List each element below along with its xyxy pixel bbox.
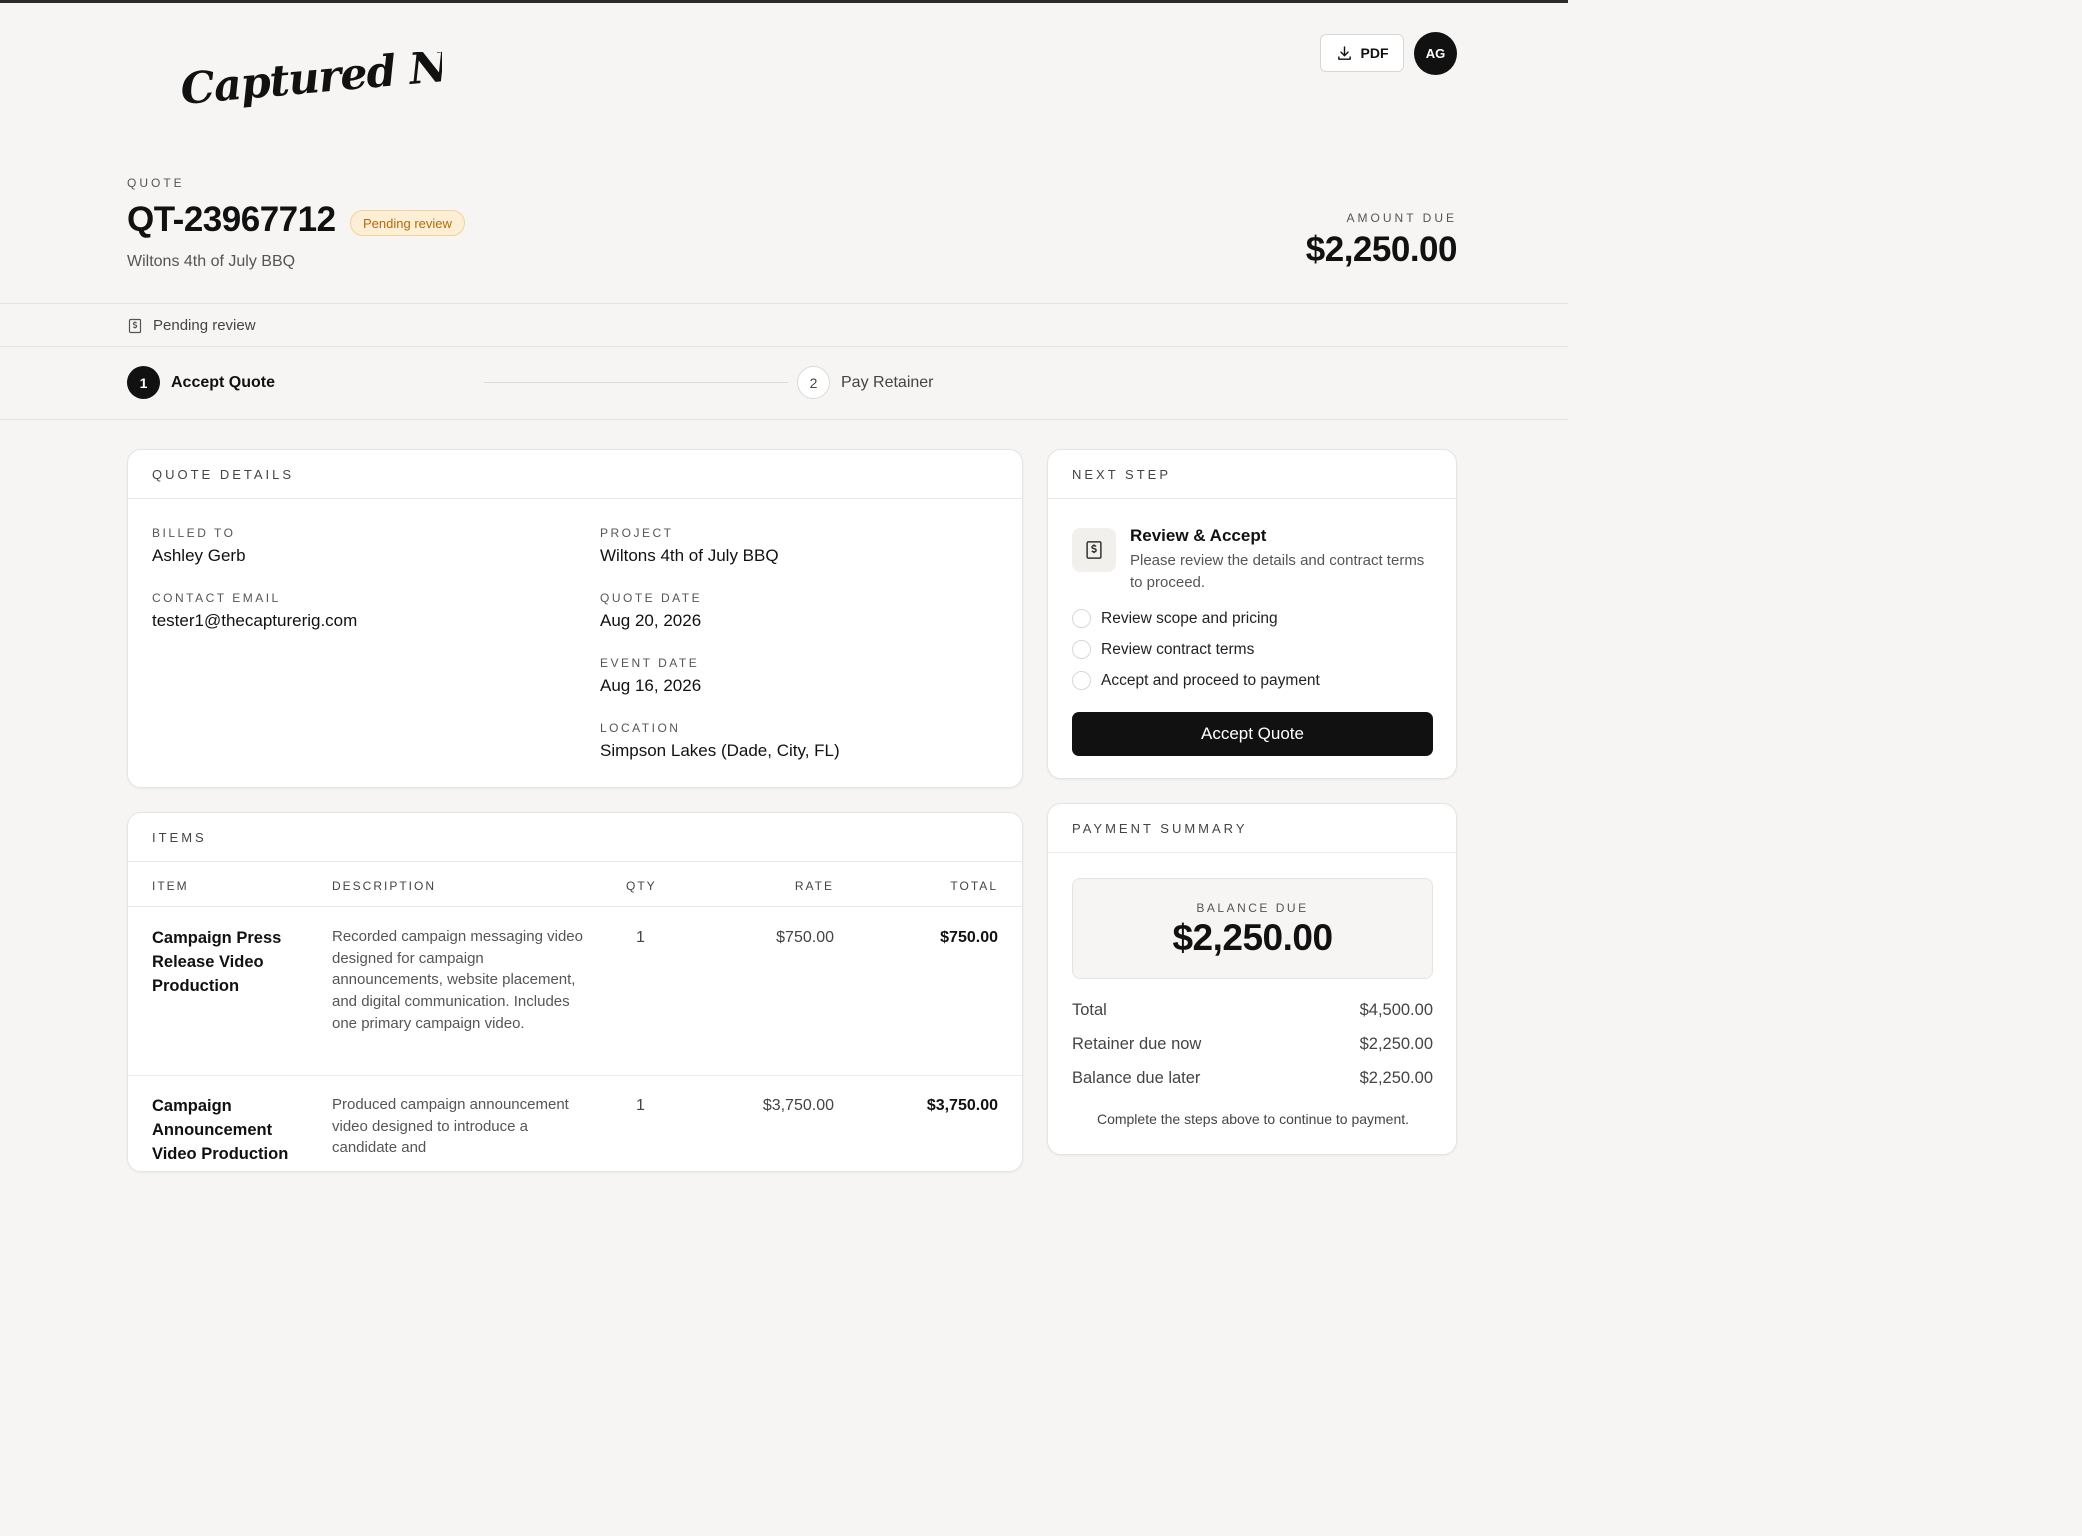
status-badge: Pending review bbox=[350, 210, 465, 236]
summary-row-total: Total $4,500.00 bbox=[1072, 1001, 1433, 1020]
summary-row-retainer: Retainer due now $2,250.00 bbox=[1072, 1035, 1433, 1054]
checklist-item[interactable]: Accept and proceed to payment bbox=[1072, 671, 1320, 690]
payment-summary-card: PAYMENT SUMMARY BALANCE DUE $2,250.00 To… bbox=[1047, 803, 1457, 1155]
download-pdf-button[interactable]: PDF bbox=[1320, 34, 1404, 72]
project-label: PROJECT bbox=[600, 526, 674, 540]
document-type-label: QUOTE bbox=[127, 176, 185, 190]
billed-to-label: BILLED TO bbox=[152, 526, 236, 540]
project-subtitle: Wiltons 4th of July BBQ bbox=[127, 253, 296, 270]
location-label: LOCATION bbox=[600, 721, 681, 735]
user-avatar[interactable]: AG bbox=[1414, 32, 1457, 75]
column-header-description: DESCRIPTION bbox=[332, 879, 437, 893]
summary-value: $2,250.00 bbox=[1359, 1069, 1433, 1087]
project-value: Wiltons 4th of July BBQ bbox=[600, 546, 779, 565]
status-strip-text: Pending review bbox=[153, 317, 256, 334]
balance-due-label: BALANCE DUE bbox=[1196, 901, 1309, 915]
contact-email-value[interactable]: tester1@thecapturerig.com bbox=[152, 611, 357, 631]
row-item-description: Produced campaign announcement video des… bbox=[332, 1096, 569, 1157]
table-row-divider bbox=[128, 1075, 1022, 1076]
contact-email-field: CONTACT EMAIL tester1@thecapturerig.com bbox=[152, 591, 357, 631]
checklist-item-label: Accept and proceed to payment bbox=[1101, 671, 1320, 689]
receipt-dollar-icon bbox=[1072, 528, 1116, 572]
location-value: Simpson Lakes (Dade, City, FL) bbox=[600, 741, 840, 760]
quote-date-label: QUOTE DATE bbox=[600, 591, 703, 605]
row-item-rate: $3,750.00 bbox=[762, 1097, 834, 1114]
billed-to-field: BILLED TO Ashley Gerb bbox=[152, 526, 246, 566]
summary-label: Total bbox=[1072, 1001, 1107, 1019]
project-field: PROJECT Wiltons 4th of July BBQ bbox=[600, 526, 779, 566]
brand-logo: Captured Now bbox=[182, 52, 442, 115]
balance-due-value: $2,250.00 bbox=[1172, 917, 1333, 958]
column-header-qty: QTY bbox=[626, 879, 657, 893]
checklist-item-label: Review scope and pricing bbox=[1101, 609, 1278, 627]
contact-email-label: CONTACT EMAIL bbox=[152, 591, 281, 605]
row-item-qty: 1 bbox=[636, 1097, 645, 1114]
checklist-item-label: Review contract terms bbox=[1101, 640, 1255, 658]
balance-due-box: BALANCE DUE $2,250.00 bbox=[1072, 878, 1433, 979]
column-header-total: TOTAL bbox=[950, 879, 998, 893]
quote-details-heading: QUOTE DETAILS bbox=[152, 467, 295, 482]
table-header-divider bbox=[128, 906, 1022, 907]
items-heading: ITEMS bbox=[152, 830, 207, 845]
event-date-field: EVENT DATE Aug 16, 2026 bbox=[600, 656, 701, 696]
top-accent-bar bbox=[0, 0, 1568, 3]
checkbox-circle[interactable] bbox=[1072, 609, 1091, 628]
receipt-dollar-icon bbox=[128, 318, 142, 334]
progress-steps: 1 Accept Quote 2 Pay Retainer bbox=[0, 347, 1568, 420]
summary-label: Balance due later bbox=[1072, 1069, 1201, 1087]
accept-quote-button[interactable]: Accept Quote bbox=[1072, 712, 1433, 756]
step-2-label[interactable]: Pay Retainer bbox=[841, 374, 934, 392]
row-item-total: $3,750.00 bbox=[926, 1097, 998, 1114]
next-step-heading: NEXT STEP bbox=[1072, 467, 1172, 482]
row-item-rate: $750.00 bbox=[776, 929, 834, 946]
quote-date-value: Aug 20, 2026 bbox=[600, 611, 702, 630]
quote-details-card: QUOTE DETAILS BILLED TO Ashley Gerb CONT… bbox=[127, 449, 1023, 788]
row-item-total: $750.00 bbox=[940, 929, 998, 946]
summary-value: $4,500.00 bbox=[1359, 1001, 1433, 1019]
summary-row-balance-later: Balance due later $2,250.00 bbox=[1072, 1069, 1433, 1088]
step-1-indicator[interactable]: 1 bbox=[127, 366, 160, 399]
row-item-description: Recorded campaign messaging video design… bbox=[332, 928, 583, 1032]
summary-value: $2,250.00 bbox=[1359, 1035, 1433, 1053]
next-step-description: Please review the details and contract t… bbox=[1130, 552, 1425, 591]
row-item-name: Campaign Press Release Video Production bbox=[152, 929, 282, 995]
step-2-indicator[interactable]: 2 bbox=[797, 366, 830, 399]
summary-label: Retainer due now bbox=[1072, 1035, 1202, 1053]
row-item-qty: 1 bbox=[636, 929, 645, 946]
checkbox-circle[interactable] bbox=[1072, 671, 1091, 690]
status-strip: Pending review bbox=[0, 303, 1568, 347]
amount-due-value: $2,250.00 bbox=[1305, 230, 1458, 269]
items-card: ITEMS ITEM DESCRIPTION QTY RATE TOTAL Ca… bbox=[127, 812, 1023, 1172]
column-header-item: ITEM bbox=[152, 879, 189, 893]
location-field: LOCATION Simpson Lakes (Dade, City, FL) bbox=[600, 721, 840, 761]
row-item-name: Campaign Announcement Video Production bbox=[152, 1097, 289, 1163]
step-1-label[interactable]: Accept Quote bbox=[171, 374, 275, 392]
event-date-value: Aug 16, 2026 bbox=[600, 676, 702, 695]
next-step-title: Review & Accept bbox=[1130, 526, 1267, 545]
quote-date-field: QUOTE DATE Aug 20, 2026 bbox=[600, 591, 702, 631]
checkbox-circle[interactable] bbox=[1072, 640, 1091, 659]
payment-note: Complete the steps above to continue to … bbox=[1096, 1111, 1410, 1127]
brand-logo-text: Captured Now bbox=[182, 52, 442, 115]
pdf-button-label: PDF bbox=[1360, 45, 1389, 61]
amount-due-label: AMOUNT DUE bbox=[1346, 211, 1457, 225]
download-icon bbox=[1337, 45, 1351, 60]
quote-number: QT-23967712 bbox=[127, 200, 336, 239]
billed-to-value: Ashley Gerb bbox=[152, 546, 246, 565]
event-date-label: EVENT DATE bbox=[600, 656, 700, 670]
next-step-card: NEXT STEP Review & Accept Please review … bbox=[1047, 449, 1457, 779]
payment-summary-heading: PAYMENT SUMMARY bbox=[1072, 821, 1248, 836]
checklist-item[interactable]: Review scope and pricing bbox=[1072, 609, 1278, 628]
step-connector bbox=[484, 382, 788, 383]
checklist-item[interactable]: Review contract terms bbox=[1072, 640, 1254, 659]
column-header-rate: RATE bbox=[794, 879, 834, 893]
